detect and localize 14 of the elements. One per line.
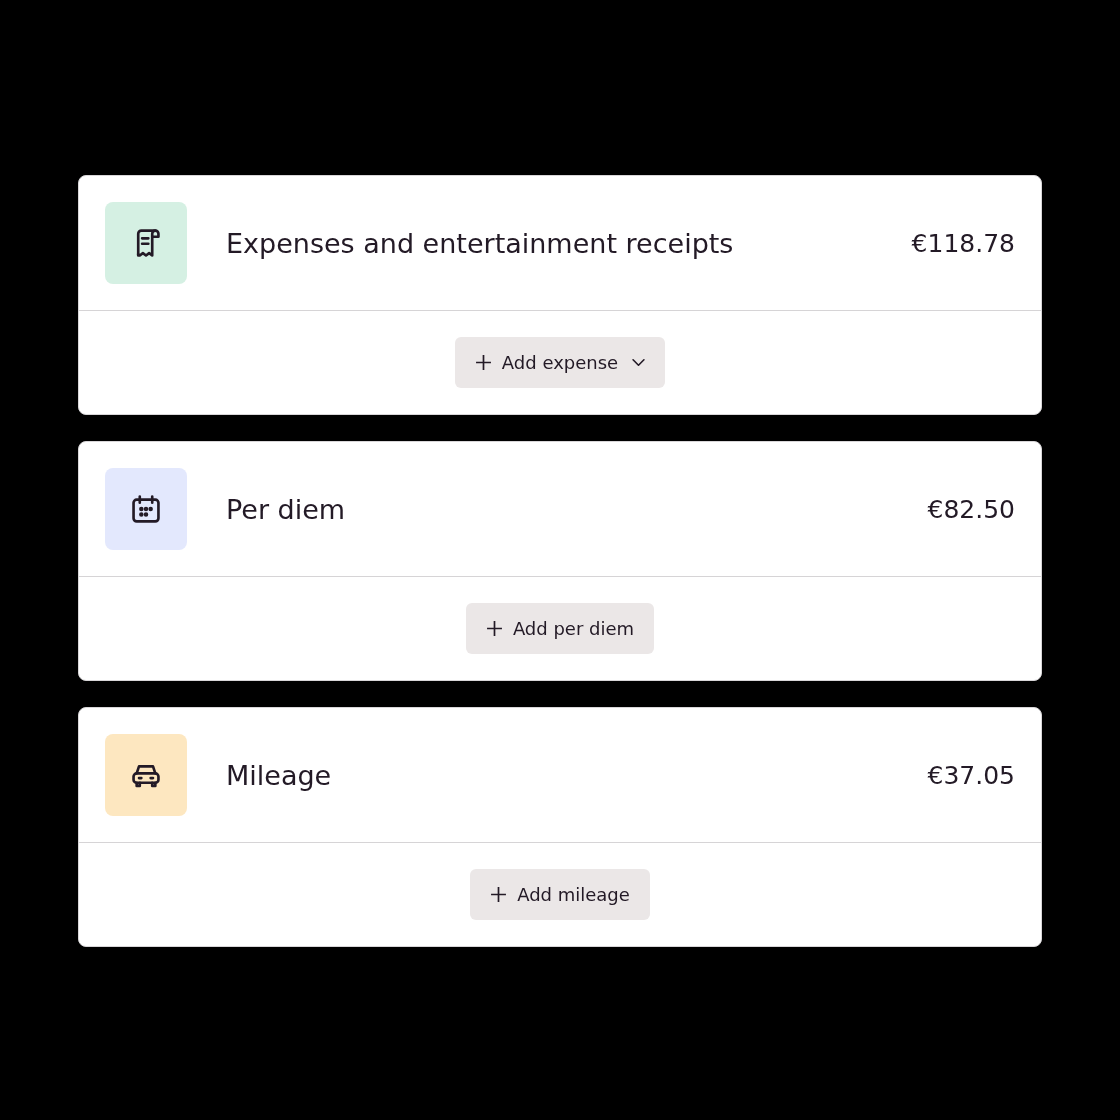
caret-icon [632,358,646,367]
section-title: Expenses and entertainment receipts [226,227,735,259]
section-title: Mileage [226,759,333,791]
plus-icon [485,620,503,637]
amount-total: €118.78 [911,228,1015,258]
plus-icon [474,354,492,371]
add-button[interactable]: Add mileage [470,869,650,920]
amount-total: €37.05 [927,760,1015,790]
calendar-icon [132,495,160,523]
plus-icon [490,886,508,903]
amount-total: €82.50 [927,494,1015,524]
add-button[interactable]: Add per diem [465,603,655,654]
add-button[interactable]: Add expense [454,337,666,388]
section-title: Per diem [226,493,347,525]
